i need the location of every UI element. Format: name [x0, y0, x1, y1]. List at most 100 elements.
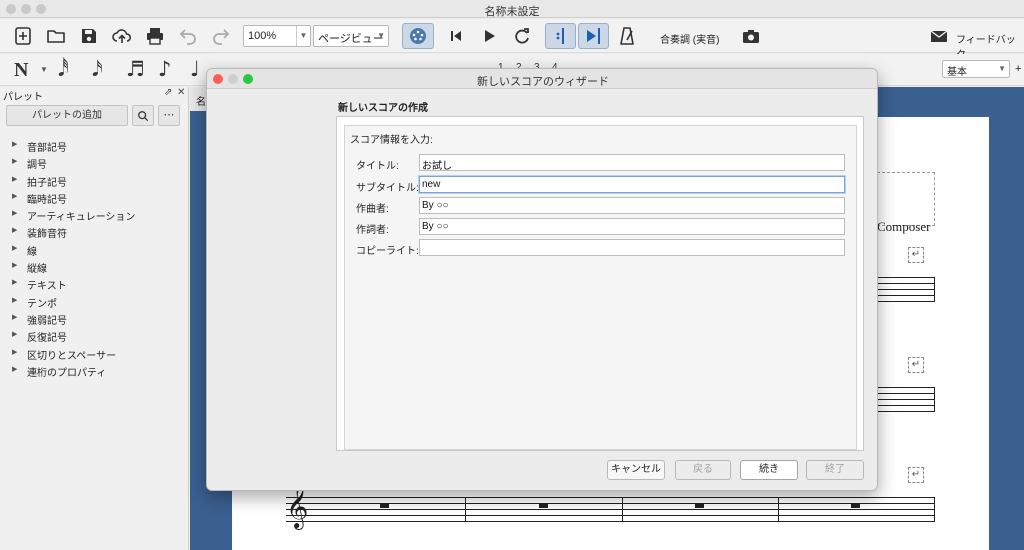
finish-button[interactable]: 終了: [806, 460, 864, 480]
barline[interactable]: [465, 497, 466, 522]
copyright-field[interactable]: [419, 239, 845, 256]
palette-item-label: テンポ: [27, 298, 57, 310]
cancel-button[interactable]: キャンセル: [607, 460, 665, 480]
thirtysecond-note-icon[interactable]: 𝅘𝅥𝅯: [92, 57, 103, 82]
palette-item-articulations[interactable]: ▶ アーティキュレーション: [0, 206, 189, 223]
system-break-icon[interactable]: ↵: [908, 247, 924, 263]
palette-item-label: 臨時記号: [27, 194, 67, 206]
palette-item-label: 装飾音符: [27, 229, 67, 241]
quarter-note-icon[interactable]: ♩: [190, 57, 200, 81]
palette-item-label: 音部記号: [27, 143, 67, 154]
expand-triangle-icon: ▶: [12, 313, 18, 321]
subtitle-field[interactable]: new: [419, 176, 845, 193]
redo-icon[interactable]: [210, 25, 232, 47]
eighth-note-icon[interactable]: ♪: [158, 57, 171, 81]
palette-item-lines[interactable]: ▶ 線: [0, 241, 189, 258]
palette-item-key-signatures[interactable]: ▶ 調号: [0, 154, 189, 171]
window-title: 名称未設定: [484, 6, 540, 18]
workspace-select[interactable]: 基本 ▼: [942, 60, 1010, 78]
title-field[interactable]: お試し: [419, 154, 845, 172]
palette-item-breaks-spacers[interactable]: ▶ 区切りとスペーサー: [0, 345, 189, 362]
next-button[interactable]: 続き: [740, 460, 798, 480]
add-palette-button[interactable]: パレットの追加: [6, 105, 128, 126]
expand-triangle-icon: ▶: [12, 279, 18, 287]
barline[interactable]: [934, 277, 935, 302]
palette-item-beam-properties[interactable]: ▶ 連桁のプロパティ: [0, 362, 189, 379]
whole-rest[interactable]: [851, 504, 860, 508]
staff-line: [877, 277, 935, 278]
sixteenth-note-icon[interactable]: ♬: [126, 57, 145, 81]
lyricist-field[interactable]: By ○○: [419, 218, 845, 235]
expand-triangle-icon: ▶: [12, 262, 18, 270]
palette-item-tempo[interactable]: ▶ テンポ: [0, 293, 189, 310]
envelope-icon[interactable]: [928, 25, 950, 47]
palette-item-text[interactable]: ▶ テキスト: [0, 275, 189, 292]
chevron-down-icon[interactable]: ▼: [40, 65, 48, 74]
concert-pitch-toggle[interactable]: 合奏調 (実音): [660, 31, 719, 46]
palette-item-label: 連桁のプロパティ: [27, 367, 107, 379]
palette-item-label: 強弱記号: [27, 315, 67, 327]
composer-label: 作曲者:: [356, 204, 389, 215]
new-score-icon[interactable]: [12, 25, 34, 47]
open-folder-icon[interactable]: [45, 25, 67, 47]
close-icon[interactable]: ✕: [177, 87, 185, 98]
palette-title: パレット: [3, 92, 43, 103]
rewind-icon[interactable]: [445, 25, 467, 47]
staff-line: [877, 387, 935, 388]
palette-item-time-signatures[interactable]: ▶ 拍子記号: [0, 172, 189, 189]
zoom-combobox[interactable]: 100% ▼: [243, 25, 311, 47]
barline[interactable]: [934, 497, 935, 522]
palette-item-dynamics[interactable]: ▶ 強弱記号: [0, 310, 189, 327]
loop-out-icon: [583, 25, 605, 47]
note-input-mode-icon[interactable]: N: [14, 59, 28, 82]
composer-frame[interactable]: [877, 172, 935, 226]
print-icon[interactable]: [144, 25, 166, 47]
save-icon[interactable]: [78, 25, 100, 47]
sixtyfourth-note-icon[interactable]: 𝅘𝅥𝅰: [58, 57, 69, 82]
search-icon[interactable]: [132, 105, 154, 126]
expand-triangle-icon: ▶: [12, 210, 18, 218]
composer-text[interactable]: Composer: [877, 219, 930, 235]
palette-item-label: 縦線: [27, 264, 47, 276]
palette-item-label: 線: [27, 246, 37, 258]
palette-item-label: 調号: [27, 160, 47, 172]
cloud-upload-icon[interactable]: [111, 25, 133, 47]
play-icon[interactable]: [478, 25, 500, 47]
palette-item-clefs[interactable]: ▶ 音部記号: [0, 137, 189, 154]
palette-item-accidentals[interactable]: ▶ 臨時記号: [0, 189, 189, 206]
dialog-titlebar: 新しいスコアのウィザード: [207, 69, 877, 89]
composer-field[interactable]: By ○○: [419, 197, 845, 214]
whole-rest[interactable]: [380, 504, 389, 508]
metronome-icon[interactable]: [616, 25, 638, 47]
more-options-icon[interactable]: ⋯: [158, 105, 180, 126]
palette-item-grace-notes[interactable]: ▶ 装飾音符: [0, 223, 189, 240]
chevron-down-icon[interactable]: ▼: [296, 26, 310, 46]
expand-triangle-icon: ▶: [12, 227, 18, 235]
loop-icon[interactable]: [511, 25, 533, 47]
staff-line: [286, 497, 935, 498]
palette-item-barlines[interactable]: ▶ 縦線: [0, 258, 189, 275]
palette-item-label: アーティキュレーション: [27, 212, 136, 224]
staff-line: [286, 509, 935, 510]
image-capture-icon[interactable]: [740, 25, 762, 47]
undock-icon[interactable]: ⇗: [164, 87, 172, 98]
barline[interactable]: [622, 497, 623, 522]
system-break-icon[interactable]: ↵: [908, 357, 924, 373]
whole-rest[interactable]: [539, 504, 548, 508]
system-break-icon[interactable]: ↵: [908, 467, 924, 483]
palette-item-label: 区切りとスペーサー: [27, 350, 117, 362]
barline[interactable]: [934, 387, 935, 412]
palette-item-label: 反復記号: [27, 333, 67, 345]
midi-input-icon: [407, 25, 429, 47]
staff-line: [877, 295, 935, 296]
back-button[interactable]: 戻る: [675, 460, 731, 480]
palette-item-repeats[interactable]: ▶ 反復記号: [0, 327, 189, 344]
staff-line: [877, 393, 935, 394]
undo-icon[interactable]: [177, 25, 199, 47]
barline[interactable]: [778, 497, 779, 522]
add-workspace-button[interactable]: +: [1015, 63, 1021, 75]
view-mode-value: ページビュー: [318, 33, 384, 45]
whole-rest[interactable]: [695, 504, 704, 508]
view-mode-select[interactable]: ページビュー ▼: [313, 25, 389, 47]
palette-item-label: 拍子記号: [27, 177, 67, 189]
